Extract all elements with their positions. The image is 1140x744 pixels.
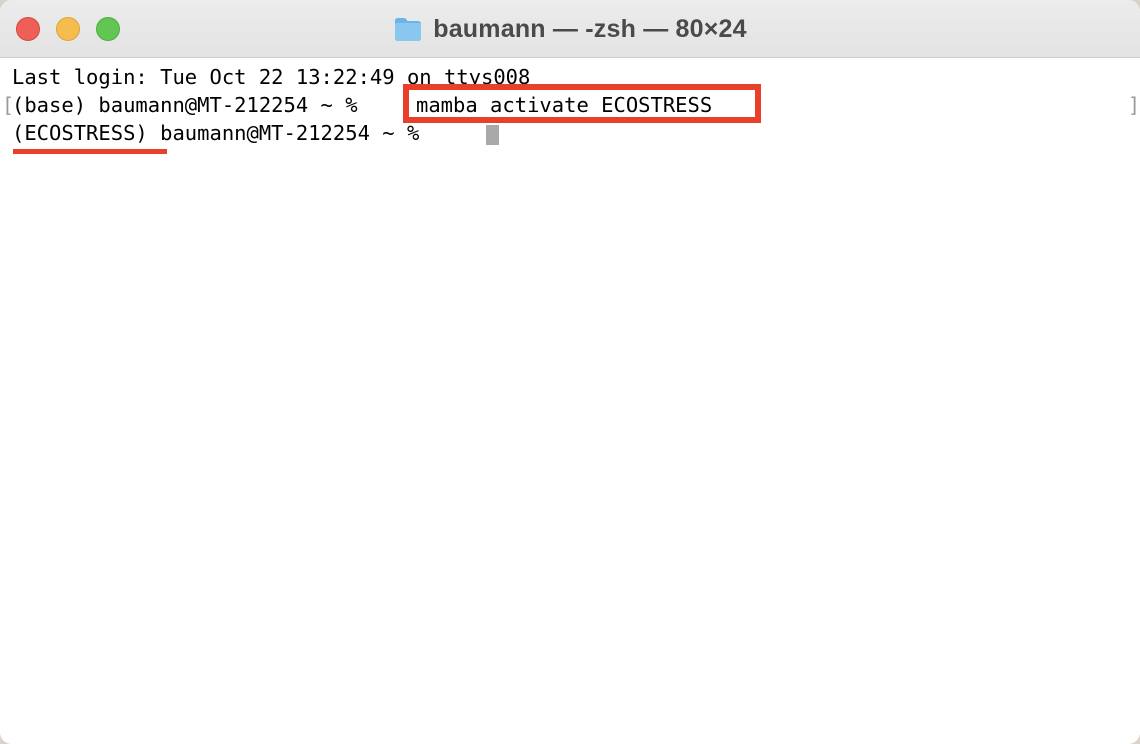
title-bar[interactable]: baumann — -zsh — 80×24 <box>0 0 1140 58</box>
window-title: baumann — -zsh — 80×24 <box>433 14 747 43</box>
window-title-group: baumann — -zsh — 80×24 <box>0 0 1140 58</box>
folder-icon <box>393 15 423 43</box>
terminal-content[interactable]: Last login: Tue Oct 22 13:22:49 on ttys0… <box>0 58 1140 744</box>
environment-underline <box>13 149 167 154</box>
base-prompt-line: (base) baumann@MT-212254 ~ % <box>12 93 370 117</box>
activate-command: mamba activate ECOSTRESS <box>416 93 713 117</box>
mark-bracket-right: ] <box>1128 93 1140 117</box>
terminal-window: baumann — -zsh — 80×24 Last login: Tue O… <box>0 0 1140 744</box>
ecostress-prompt-line: (ECOSTRESS) baumann@MT-212254 ~ % <box>12 121 432 145</box>
text-cursor <box>486 125 499 145</box>
